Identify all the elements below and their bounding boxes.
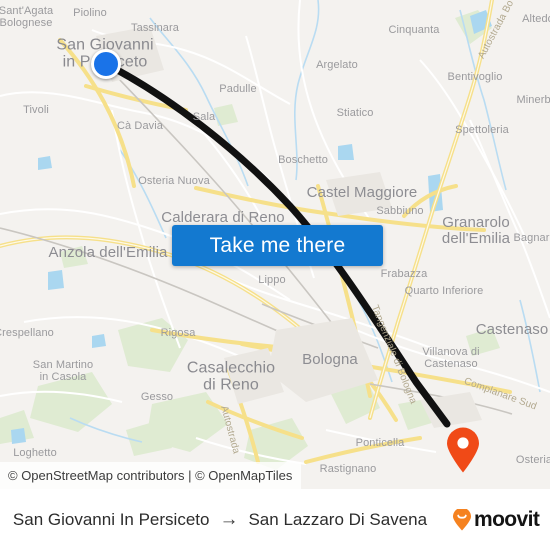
- map-label: Calderara di Reno: [161, 208, 285, 226]
- map-label: Castel Maggiore: [306, 183, 418, 201]
- map-label: San Martino in Casola: [32, 359, 94, 383]
- map-label: Minerbio: [516, 94, 550, 107]
- arrow-right-icon: →: [219, 509, 239, 530]
- map-attribution[interactable]: © OpenStreetMap contributors | © OpenMap…: [0, 462, 302, 489]
- map-label: Sabbiuno: [376, 205, 424, 218]
- map-label: Granarolo dell'Emilia: [441, 213, 511, 247]
- map-label: Bentivoglio: [447, 71, 503, 84]
- route-origin-label: San Giovanni In Persiceto: [12, 509, 210, 529]
- map-label: Lippo: [258, 274, 286, 287]
- map-label: Piolino: [73, 7, 107, 20]
- map-label: Villanova di Castenaso: [422, 346, 480, 370]
- map-label: Anzola dell'Emilia: [48, 243, 168, 261]
- route-title: San Giovanni In Persiceto → San Lazzaro …: [0, 510, 440, 530]
- map-label: Cà Davia: [116, 120, 164, 133]
- map-label: Tassinara: [131, 22, 179, 35]
- moovit-route-map-card: Sant'Agata Bolognese Piolino Tassinara Ci…: [0, 0, 550, 550]
- map-label: Tivoli: [23, 104, 49, 117]
- moovit-wordmark: moovit: [474, 507, 540, 531]
- map-label: Castenaso: [475, 320, 549, 338]
- map-label: Spettoleria: [455, 124, 509, 137]
- map-label: Bagnarola: [513, 232, 550, 245]
- footer-bar: San Giovanni In Persiceto → San Lazzaro …: [0, 489, 550, 550]
- moovit-pin-icon: [453, 508, 471, 530]
- map-label: Sant'Agata Bolognese: [0, 5, 54, 29]
- map-label: Frabazza: [380, 268, 428, 281]
- origin-marker-icon[interactable]: [91, 49, 121, 79]
- take-me-there-button[interactable]: Take me there: [172, 225, 383, 266]
- route-destination-label: San Lazzaro Di Savena: [248, 509, 428, 529]
- map-label: Casalecchio di Reno: [186, 359, 276, 394]
- map-label: Rastignano: [319, 463, 377, 476]
- map-label: Sala: [192, 111, 216, 124]
- map-label: Gesso: [140, 391, 174, 404]
- map-label: Stiatico: [336, 107, 374, 120]
- map-label: Cinquanta: [388, 24, 440, 37]
- map-label: Loghetto: [13, 447, 57, 460]
- map-canvas[interactable]: Sant'Agata Bolognese Piolino Tassinara Ci…: [0, 0, 550, 489]
- map-label: Rigosa: [160, 327, 196, 340]
- map-label: Quarto Inferiore: [404, 285, 484, 298]
- map-label: Bologna: [302, 350, 358, 368]
- attribution-text: © OpenStreetMap contributors | © OpenMap…: [8, 468, 293, 483]
- map-label: Ponticella: [355, 437, 405, 450]
- moovit-logo[interactable]: moovit: [452, 507, 540, 532]
- map-label: Crespellano: [0, 327, 54, 340]
- map-label: Boschetto: [278, 154, 328, 167]
- map-label: Padulle: [219, 83, 257, 96]
- map-label: Osteria: [515, 454, 550, 467]
- map-label: Altedo: [522, 13, 550, 26]
- map-label: Argelato: [316, 59, 358, 72]
- map-label: Osteria Nuova: [138, 175, 210, 188]
